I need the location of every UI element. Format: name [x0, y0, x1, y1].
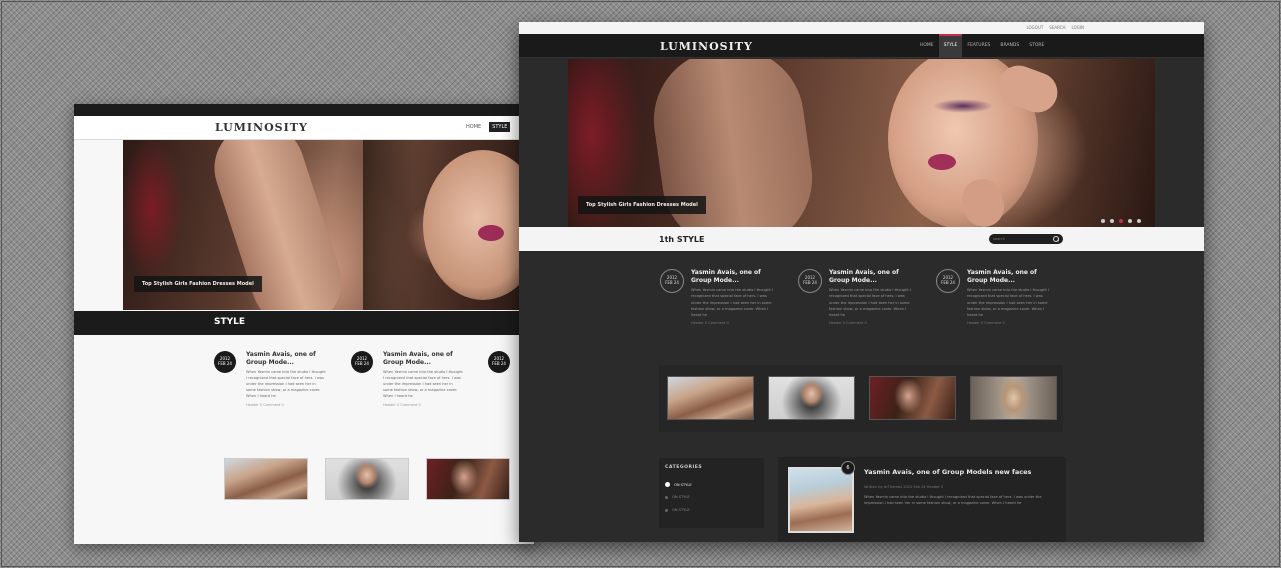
top-links-bar: LOGOUT SEARCH LOGIN	[519, 22, 1204, 34]
hero-photo-face	[423, 150, 534, 300]
section-bar	[519, 227, 1204, 251]
post-item[interactable]: 2012 FEB 24 Yasmin Avais, one of Group Mo…	[351, 351, 463, 407]
slider-dot[interactable]	[1101, 219, 1105, 223]
gallery-thumb[interactable]	[224, 458, 308, 500]
date-day: FEB 24	[665, 280, 679, 285]
nav-home[interactable]: HOME	[915, 34, 939, 58]
date-badge: 2012 FEB 24	[936, 269, 960, 293]
site-logo[interactable]: LUMINOSITY	[660, 40, 753, 53]
nav-style[interactable]: STYLE	[489, 122, 511, 132]
featured-excerpt: When Yasmin came into the studio I thoug…	[864, 495, 1042, 506]
hero-caption[interactable]: Top Stylish Girls Fashion Dresses Model	[134, 276, 262, 292]
post-title[interactable]: Yasmin Avais, one of Group Mode...	[246, 351, 326, 366]
gallery-thumb[interactable]	[325, 458, 409, 500]
gallery-thumb[interactable]	[426, 458, 510, 500]
post-item[interactable]: 2012 FEB 24 Yasmin Avais, one of Group Mo…	[214, 351, 326, 407]
post-title[interactable]: Yasmin Avais, one of Group Mode...	[691, 269, 774, 284]
main-nav: HOME STYLE	[466, 122, 511, 132]
categories-heading: CATEGORIES	[665, 465, 703, 470]
post-title[interactable]: Yasmin Avais, one of Group Mode...	[829, 269, 912, 284]
main-nav: HOME STYLE FEATURES BRANDS STORE	[915, 34, 1049, 58]
post-item[interactable]: 2012 FEB 24 Yasmin Avais, one of Group Mo…	[660, 269, 774, 325]
categories-widget: CATEGORIES ON STYLE ON STYLE ON STYLE	[659, 458, 764, 528]
search-box[interactable]: search	[989, 234, 1063, 244]
bullet-icon	[665, 482, 670, 487]
hero-caption[interactable]: Top Stylish Girls Fashion Dresses Model	[578, 196, 706, 214]
header: LUMINOSITY HOME STYLE FEATURES BRANDS ST…	[519, 34, 1204, 58]
gallery-thumb[interactable]	[768, 376, 855, 420]
gallery-thumb[interactable]	[970, 376, 1057, 420]
slider-pagination	[1101, 219, 1141, 223]
date-day: FEB 24	[218, 361, 232, 366]
post-meta: Header 0 Comment 0	[383, 402, 421, 407]
toplink-logout[interactable]: LOGOUT	[1026, 25, 1043, 30]
post-list: 2012 FEB 24 Yasmin Avais, one of Group Mo…	[660, 269, 1050, 325]
gallery-thumb[interactable]	[869, 376, 956, 420]
featured-title[interactable]: Yasmin Avais, one of Group Models new fa…	[864, 468, 1031, 476]
date-day: FEB 24	[355, 361, 369, 366]
post-meta: Header 0 Comment 0	[691, 321, 729, 326]
bullet-icon	[665, 508, 668, 512]
post-meta: Header 0 Comment 0	[967, 321, 1005, 326]
featured-meta: Written by ArThemes 2012 Feb 24 Header 0	[864, 485, 944, 489]
post-title[interactable]: Yasmin Avais, one of Group Mode...	[967, 269, 1050, 284]
category-label: ON STYLE	[672, 508, 690, 512]
comment-count-badge: 6	[841, 461, 855, 475]
search-icon[interactable]	[1053, 236, 1059, 242]
hero-photo-lips	[928, 154, 956, 170]
category-item[interactable]: ON STYLE	[665, 495, 690, 499]
nav-features[interactable]: FEATURES	[962, 34, 995, 58]
post-list: 2012 FEB 24 Yasmin Avais, one of Group Mo…	[214, 351, 528, 407]
date-badge: 2012 FEB 24	[351, 351, 373, 373]
slider-dot[interactable]	[1110, 219, 1114, 223]
post-excerpt: When Yasmin came into the studio I thoug…	[691, 288, 773, 318]
light-theme-mockup: LUMINOSITY HOME STYLE Top Stylish Girls …	[74, 104, 534, 544]
site-logo[interactable]: LUMINOSITY	[215, 121, 308, 134]
header: LUMINOSITY HOME STYLE	[74, 116, 534, 140]
section-title: STYLE	[214, 317, 246, 327]
post-excerpt: When Yasmin came into the studio I thoug…	[383, 370, 463, 399]
nav-brands[interactable]: BRANDS	[995, 34, 1024, 58]
nav-home[interactable]: HOME	[466, 124, 481, 132]
date-badge: 2012 FEB 24	[214, 351, 236, 373]
hero-photo-lips	[478, 225, 504, 241]
date-badge: 2012 FEB 24	[798, 269, 822, 293]
top-bar	[74, 104, 534, 116]
section-title: 1th STYLE	[659, 235, 705, 244]
toplink-login[interactable]: LOGIN	[1071, 25, 1084, 30]
nav-store[interactable]: STORE	[1024, 34, 1049, 58]
category-item[interactable]: ON STYLE	[665, 508, 690, 512]
nav-style[interactable]: STYLE	[938, 34, 963, 58]
bullet-icon	[665, 495, 668, 499]
slider-dot[interactable]	[1137, 219, 1141, 223]
dark-theme-mockup: LOGOUT SEARCH LOGIN LUMINOSITY HOME STYL…	[519, 22, 1204, 542]
featured-post[interactable]: 6 Yasmin Avais, one of Group Models new …	[778, 457, 1066, 542]
thumbnail-gallery	[224, 458, 510, 500]
post-meta: Header 0 Comment 0	[829, 321, 867, 326]
date-badge: 2012 FEB 24	[488, 351, 510, 373]
section-bar	[74, 311, 534, 335]
date-day: FEB 24	[803, 280, 817, 285]
date-badge: 2012 FEB 24	[660, 269, 684, 293]
post-meta: Header 0 Comment 0	[246, 402, 284, 407]
toplink-search[interactable]: SEARCH	[1049, 25, 1065, 30]
post-title[interactable]: Yasmin Avais, one of Group Mode...	[383, 351, 463, 366]
date-day: FEB 24	[492, 361, 506, 366]
search-input[interactable]: search	[993, 237, 1005, 241]
category-label: ON STYLE	[674, 482, 692, 487]
thumbnail-gallery	[667, 376, 1057, 420]
featured-thumb[interactable]	[788, 467, 854, 533]
slider-dot-active[interactable]	[1119, 219, 1123, 223]
gallery-thumb[interactable]	[667, 376, 754, 420]
date-day: FEB 24	[941, 280, 955, 285]
post-excerpt: When Yasmin came into the studio I thoug…	[829, 288, 911, 318]
category-item[interactable]: ON STYLE	[665, 482, 692, 487]
post-excerpt: When Yasmin came into the studio I thoug…	[967, 288, 1049, 318]
post-excerpt: When Yasmin came into the studio I thoug…	[246, 370, 326, 399]
hero-photo-eyes	[933, 99, 993, 113]
slider-dot[interactable]	[1128, 219, 1132, 223]
post-item[interactable]: 2012 FEB 24 Yasmin Avais, one of Group Mo…	[936, 269, 1050, 325]
post-item[interactable]: 2012 FEB 24 Yasmin Avais, one of Group Mo…	[798, 269, 912, 325]
category-label: ON STYLE	[672, 495, 690, 499]
